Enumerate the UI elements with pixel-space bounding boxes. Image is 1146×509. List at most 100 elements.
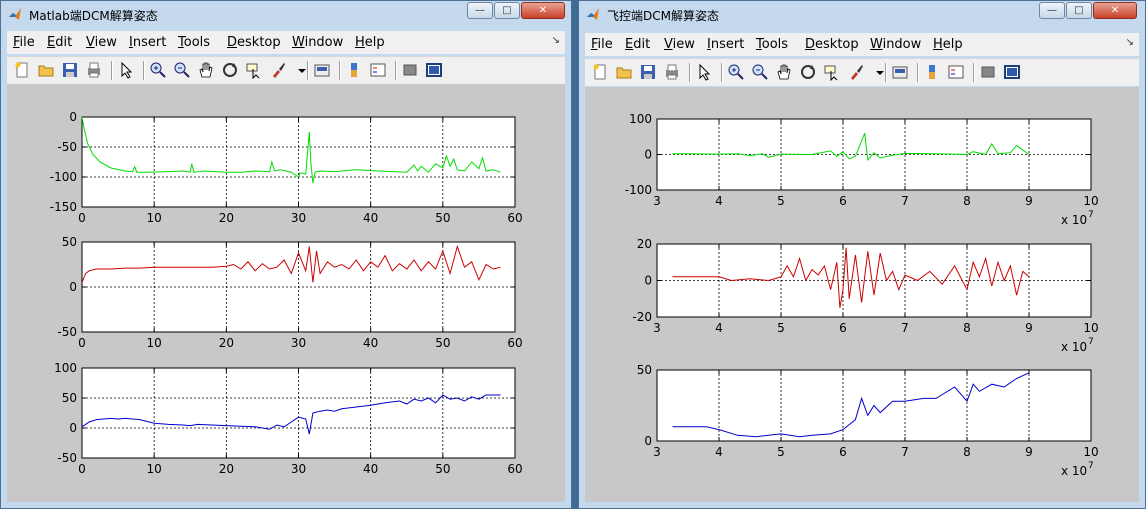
menu-view[interactable]: View [86, 35, 117, 50]
colorbar-icon[interactable] [345, 61, 363, 79]
show-plot-tools-icon[interactable] [425, 61, 443, 79]
x-exponent-label: x 10 [1061, 213, 1087, 227]
brush-icon[interactable] [847, 63, 865, 81]
dropdown-arrow-icon[interactable] [871, 63, 884, 81]
menu-desktop[interactable]: Desktop [227, 35, 281, 50]
menu-edit[interactable]: Edit [625, 37, 650, 52]
figure-window-matlab[interactable]: Matlab端DCM解算姿态 — □ ✕ File Edit View Insert T… [0, 0, 572, 509]
x-tick-label: 6 [839, 194, 847, 208]
menu-edit[interactable]: Edit [47, 35, 72, 50]
pan-hand-icon[interactable] [197, 61, 215, 79]
x-tick-label: 4 [715, 194, 723, 208]
zoom-in-icon[interactable] [727, 63, 745, 81]
x-tick-label: 8 [963, 321, 971, 335]
menu-label: iew [672, 37, 695, 52]
rotate-3d-icon[interactable] [799, 63, 817, 81]
link-plot-icon[interactable] [891, 63, 909, 81]
y-tick-label: 100 [629, 112, 652, 126]
menu-insert[interactable]: Insert [129, 35, 166, 50]
select-arrow-icon[interactable] [117, 61, 135, 79]
title-bar[interactable]: Matlab端DCM解算姿态 — □ ✕ [1, 1, 571, 27]
x-tick-label: 20 [219, 211, 234, 225]
x-tick-label: 50 [435, 336, 450, 350]
menu-help[interactable]: Help [355, 35, 385, 50]
menu-bar: File Edit View Insert Tools Desktop Window Help… [585, 33, 1139, 56]
dock-arrow-icon[interactable]: ↘ [552, 35, 560, 46]
legend-icon[interactable] [947, 63, 965, 81]
menu-file[interactable]: File [591, 37, 613, 52]
y-tick-label: 0 [644, 148, 652, 162]
y-tick-label: -100 [625, 183, 652, 197]
open-file-icon[interactable] [615, 63, 633, 81]
select-arrow-icon[interactable] [695, 63, 713, 81]
menu-mnemonic: D [227, 35, 238, 50]
x-tick-label: 10 [147, 462, 162, 476]
legend-icon[interactable] [369, 61, 387, 79]
menu-insert[interactable]: Insert [707, 37, 744, 52]
x-tick-label: 0 [78, 336, 86, 350]
menu-label: indow [882, 37, 922, 52]
title-bar[interactable]: 飞控端DCM解算姿态 — □ ✕ [579, 1, 1145, 27]
subplot-axes: 3 4 5 6 7 8 9 10200-20x 10 7 [632, 237, 1098, 354]
hide-plot-tools-icon[interactable] [401, 61, 419, 79]
y-tick-label: 50 [62, 391, 77, 405]
x-tick-label: 5 [777, 445, 785, 459]
menu-mnemonic: W [870, 37, 883, 52]
menu-file[interactable]: File [13, 35, 35, 50]
menu-help[interactable]: Help [933, 37, 963, 52]
menu-mnemonic: W [292, 35, 305, 50]
toolbar-separator [143, 61, 145, 80]
dock-arrow-icon[interactable]: ↘ [1126, 37, 1134, 48]
colorbar-icon[interactable] [923, 63, 941, 81]
show-plot-tools-icon[interactable] [1003, 63, 1021, 81]
close-button[interactable]: ✕ [521, 2, 565, 19]
x-exponent-label: x 10 [1061, 464, 1087, 478]
x-tick-label: 30 [291, 211, 306, 225]
data-cursor-icon[interactable] [245, 61, 263, 80]
menu-label: ools [761, 37, 789, 52]
brush-icon[interactable] [269, 61, 287, 79]
minimize-button[interactable]: — [1039, 2, 1065, 19]
menu-view[interactable]: View [664, 37, 695, 52]
x-exponent-power: 7 [1088, 337, 1094, 347]
y-tick-label: 50 [62, 235, 77, 249]
x-tick-label: 7 [901, 321, 909, 335]
x-exponent-power: 7 [1088, 461, 1094, 471]
rotate-3d-icon[interactable] [221, 61, 239, 79]
print-icon[interactable] [85, 61, 103, 79]
menu-tools[interactable]: Tools [756, 37, 788, 52]
x-tick-label: 8 [963, 194, 971, 208]
pan-hand-icon[interactable] [775, 63, 793, 81]
menu-mnemonic: D [805, 37, 816, 52]
save-icon[interactable] [61, 61, 79, 79]
open-file-icon[interactable] [37, 61, 55, 79]
save-icon[interactable] [639, 63, 657, 81]
minimize-button[interactable]: — [467, 2, 493, 19]
new-figure-icon[interactable] [13, 61, 31, 79]
close-button[interactable]: ✕ [1093, 2, 1137, 19]
print-icon[interactable] [663, 63, 681, 81]
x-tick-label: 5 [777, 194, 785, 208]
x-tick-label: 3 [653, 321, 661, 335]
maximize-button[interactable]: □ [494, 2, 520, 19]
y-tick-label: 100 [54, 361, 77, 375]
subplot-axes: 3 4 5 6 7 8 9 101000-100x 10 7 [625, 112, 1099, 227]
menu-window[interactable]: Window [292, 35, 343, 50]
dropdown-arrow-icon[interactable] [293, 61, 306, 79]
figure-window-flight-controller[interactable]: 飞控端DCM解算姿态 — □ ✕ File Edit View Insert Tools… [578, 0, 1146, 509]
menu-tools[interactable]: Tools [178, 35, 210, 50]
menu-desktop[interactable]: Desktop [805, 37, 859, 52]
maximize-button[interactable]: □ [1066, 2, 1092, 19]
toolbar-separator [973, 63, 975, 82]
menu-label: ile [19, 35, 35, 50]
zoom-out-icon[interactable] [751, 63, 769, 81]
new-figure-icon[interactable] [591, 63, 609, 81]
hide-plot-tools-icon[interactable] [979, 63, 997, 81]
zoom-in-icon[interactable] [149, 61, 167, 79]
menu-window[interactable]: Window [870, 37, 921, 52]
toolbar-separator [111, 61, 113, 80]
data-cursor-icon[interactable] [823, 63, 841, 82]
link-plot-icon[interactable] [313, 61, 331, 79]
zoom-out-icon[interactable] [173, 61, 191, 79]
subplot-axes: 0 10 20 30 40 50 60100500-50 [54, 361, 523, 476]
